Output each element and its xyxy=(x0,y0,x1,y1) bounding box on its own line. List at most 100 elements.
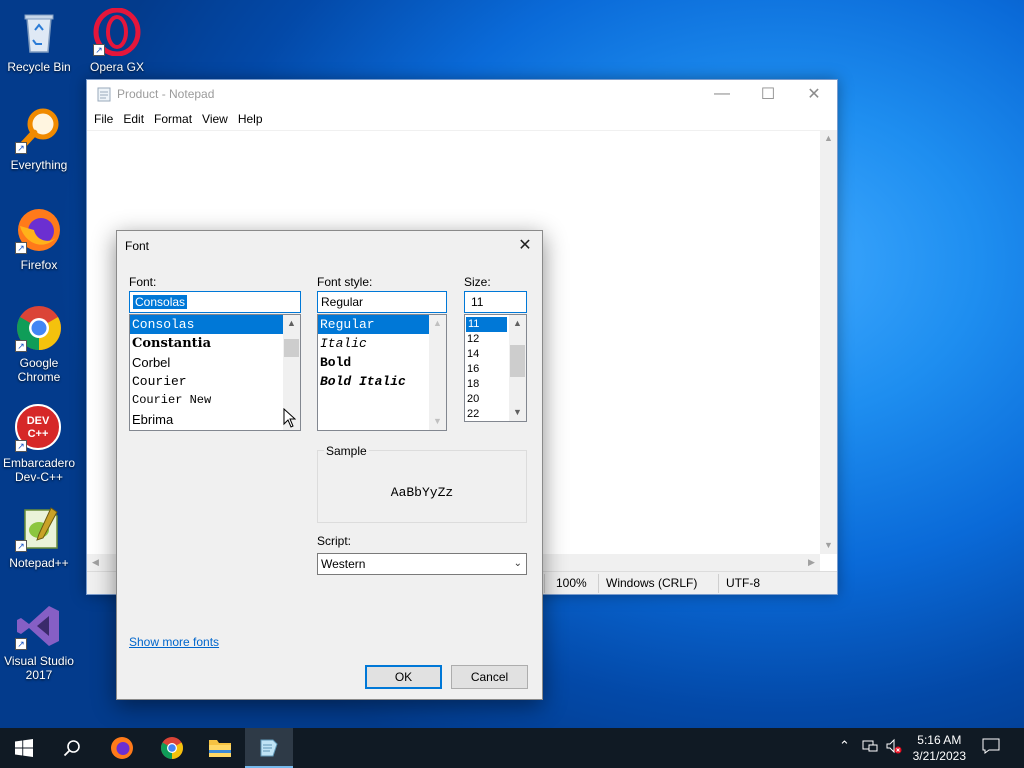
notepadpp-icon: ↗ xyxy=(15,504,63,552)
clock-time: 5:16 AM xyxy=(917,733,962,747)
notepad-app-icon xyxy=(260,739,278,757)
shortcut-arrow-icon: ↗ xyxy=(15,540,27,552)
shortcut-arrow-icon: ↗ xyxy=(15,440,27,452)
desktop-icon-recycle-bin[interactable]: Recycle Bin xyxy=(0,8,78,74)
chevron-down-icon: ⌄ xyxy=(513,558,522,569)
font-list-item[interactable]: Consolas xyxy=(130,315,300,334)
volume-muted-icon[interactable] xyxy=(886,738,902,757)
close-button[interactable]: ✕ xyxy=(791,80,837,108)
scroll-up-icon[interactable]: ▲ xyxy=(509,315,526,332)
system-clock[interactable]: 5:16 AM 3/21/2023 xyxy=(913,732,966,764)
taskbar-chrome[interactable] xyxy=(148,728,196,768)
font-list-item[interactable]: Corbel xyxy=(130,353,300,372)
scroll-down-icon[interactable]: ▼ xyxy=(509,404,526,421)
desktop-icon-label: Visual Studio 2017 xyxy=(4,654,74,682)
desktop-icon-visual-studio[interactable]: ↗ Visual Studio 2017 xyxy=(0,602,78,682)
show-hidden-icons-chevron-icon[interactable]: ⌃ xyxy=(839,738,850,754)
menu-format[interactable]: Format xyxy=(150,112,196,126)
scroll-up-icon[interactable]: ▲ xyxy=(283,315,300,332)
action-center-icon[interactable] xyxy=(982,738,1000,757)
desktop-icon-label: Everything xyxy=(10,158,68,172)
status-separator xyxy=(544,574,545,593)
scroll-thumb[interactable] xyxy=(284,339,299,357)
scroll-up-icon[interactable]: ▲ xyxy=(820,130,837,147)
ok-button[interactable]: OK xyxy=(365,665,442,689)
font-list-item[interactable]: Constantia xyxy=(130,334,300,353)
notepad-title-bar[interactable]: Product - Notepad — ☐ ✕ xyxy=(87,80,837,108)
sample-group: AaBbYyZz xyxy=(317,450,527,523)
windows-logo-icon xyxy=(15,739,33,757)
desktop-icon-label: Firefox xyxy=(20,258,58,272)
status-separator xyxy=(718,574,719,593)
scroll-left-icon[interactable]: ◀ xyxy=(87,554,104,571)
search-icon xyxy=(63,740,80,757)
font-size-list[interactable]: 11 12 14 16 18 20 22 ▲ ▼ xyxy=(464,314,527,422)
start-button[interactable] xyxy=(0,728,48,768)
font-name-value: Consolas xyxy=(133,295,188,309)
menu-edit[interactable]: Edit xyxy=(119,112,148,126)
desktop-icon-label: Opera GX xyxy=(89,60,145,74)
shortcut-arrow-icon: ↗ xyxy=(15,242,27,254)
desktop-icon-chrome[interactable]: ↗ Google Chrome xyxy=(0,304,78,384)
font-style-label: Font style: xyxy=(317,275,373,289)
mouse-cursor-icon xyxy=(283,408,296,428)
font-size-input[interactable]: 11 xyxy=(464,291,527,313)
notepad-vertical-scrollbar[interactable]: ▲ ▼ xyxy=(820,130,837,554)
style-list-item[interactable]: Italic xyxy=(318,334,446,353)
font-list-item[interactable]: Courier xyxy=(130,372,300,391)
sample-text: AaBbYyZz xyxy=(390,485,454,500)
font-size-label: Size: xyxy=(464,275,491,289)
desktop-icon-firefox[interactable]: ↗ Firefox xyxy=(0,206,78,272)
clock-date: 3/21/2023 xyxy=(912,749,966,763)
minimize-button[interactable]: — xyxy=(699,80,745,108)
style-list-item[interactable]: Bold Italic xyxy=(318,372,446,391)
scroll-right-icon[interactable]: ▶ xyxy=(803,554,820,571)
style-list-item[interactable]: Regular xyxy=(318,315,446,334)
desktop-icon-opera-gx[interactable]: ↗ Opera GX xyxy=(78,7,156,74)
menu-help[interactable]: Help xyxy=(234,112,267,126)
maximize-button[interactable]: ☐ xyxy=(745,80,791,108)
opera-gx-icon: ↗ xyxy=(93,7,141,57)
menu-file[interactable]: File xyxy=(90,112,117,126)
font-dialog: Font ✕ Font: Consolas Consolas Constanti… xyxy=(116,230,543,700)
everything-search-icon: ↗ xyxy=(15,106,63,154)
dialog-title: Font xyxy=(125,239,150,253)
font-name-input[interactable]: Consolas xyxy=(129,291,301,313)
status-zoom: 100% xyxy=(556,576,587,590)
font-style-input[interactable]: Regular xyxy=(317,291,447,313)
status-encoding: UTF-8 xyxy=(726,576,760,590)
cancel-button[interactable]: Cancel xyxy=(451,665,528,689)
visual-studio-icon: ↗ xyxy=(15,602,63,650)
size-list-item[interactable]: 11 xyxy=(466,317,507,332)
scroll-down-icon[interactable]: ▼ xyxy=(820,537,837,554)
taskbar-firefox[interactable] xyxy=(98,728,146,768)
menu-view[interactable]: View xyxy=(198,112,232,126)
script-label: Script: xyxy=(317,534,352,548)
font-label: Font: xyxy=(129,275,157,289)
notepad-menu-bar: File Edit Format View Help xyxy=(87,108,837,130)
devcpp-icon: DEV C++ ↗ xyxy=(15,404,63,452)
chrome-icon xyxy=(161,737,183,759)
desktop-icon-everything[interactable]: ↗ Everything xyxy=(0,106,78,172)
style-list-scrollbar[interactable]: ▲ ▼ xyxy=(429,315,446,430)
firefox-icon xyxy=(111,737,133,759)
network-icon[interactable] xyxy=(862,738,878,757)
scroll-thumb[interactable] xyxy=(510,345,525,377)
taskbar-file-explorer[interactable] xyxy=(196,728,244,768)
search-button[interactable] xyxy=(48,728,96,768)
show-more-fonts-link[interactable]: Show more fonts xyxy=(129,635,219,649)
size-list-scrollbar[interactable]: ▲ ▼ xyxy=(509,315,526,421)
taskbar-notepad[interactable] xyxy=(245,728,293,768)
folder-icon xyxy=(209,740,231,757)
scroll-down-icon[interactable]: ▼ xyxy=(429,413,446,430)
scroll-up-icon[interactable]: ▲ xyxy=(429,315,446,332)
desktop-icon-devcpp[interactable]: DEV C++ ↗ Embarcadero Dev-C++ xyxy=(0,404,78,484)
desktop-icon-notepadpp[interactable]: ↗ Notepad++ xyxy=(0,504,78,570)
font-name-list[interactable]: Consolas Constantia Corbel Courier Couri… xyxy=(129,314,301,431)
font-list-item[interactable]: Courier New xyxy=(130,391,300,410)
style-list-item[interactable]: Bold xyxy=(318,353,446,372)
font-style-list[interactable]: Regular Italic Bold Bold Italic ▲ ▼ xyxy=(317,314,447,431)
font-list-item[interactable]: Ebrima xyxy=(130,410,300,429)
script-select[interactable]: Western ⌄ xyxy=(317,553,527,575)
dialog-close-button[interactable]: ✕ xyxy=(508,231,542,261)
